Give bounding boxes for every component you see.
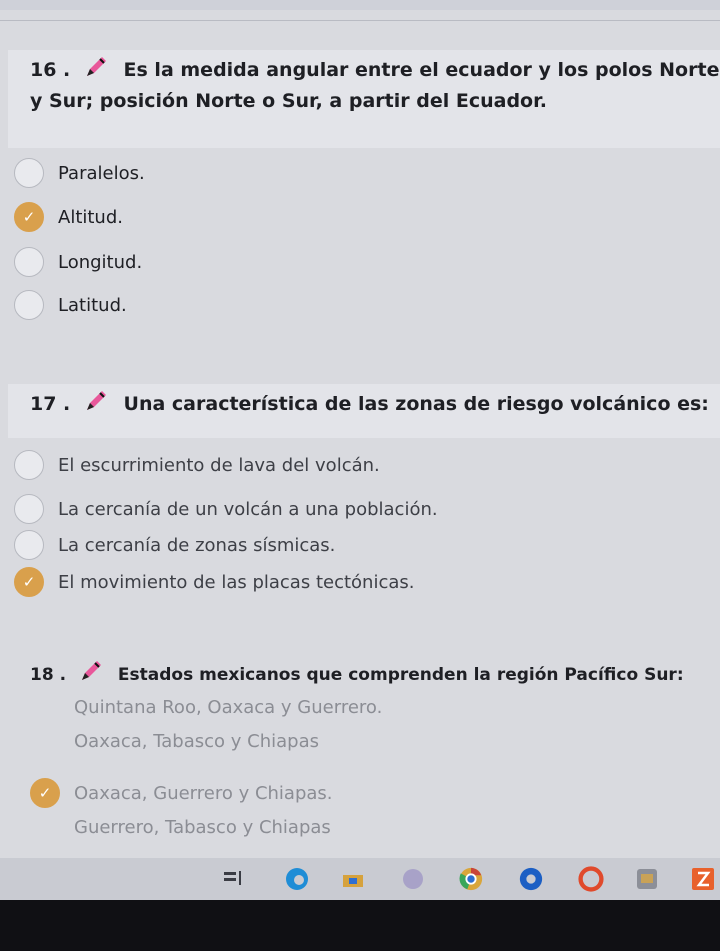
question-number: 16 . bbox=[30, 59, 71, 81]
question-16-header: 16 . Es la medida angular entre el ecuad… bbox=[8, 50, 720, 148]
option-paralelos[interactable]: Paralelos. bbox=[14, 158, 145, 188]
option-label: El movimiento de las placas tectónicas. bbox=[58, 571, 415, 593]
radio-button-selected[interactable]: ✓ bbox=[14, 567, 44, 597]
app-orange-icon[interactable] bbox=[690, 866, 716, 892]
pencil-icon bbox=[78, 658, 104, 692]
radio-button-selected[interactable]: ✓ bbox=[30, 778, 60, 808]
divider bbox=[0, 20, 720, 21]
question-17-header: 17 . Una característica de las zonas de … bbox=[8, 384, 720, 438]
check-icon: ✓ bbox=[38, 784, 52, 802]
option-label: Oaxaca, Guerrero y Chiapas. bbox=[74, 782, 333, 804]
radio-button[interactable] bbox=[30, 726, 60, 756]
option-label: Oaxaca, Tabasco y Chiapas bbox=[74, 730, 319, 752]
option-cercania-sismicas[interactable]: La cercanía de zonas sísmicas. bbox=[14, 530, 335, 560]
option-oaxaca-tabasco[interactable]: Oaxaca, Tabasco y Chiapas bbox=[30, 726, 319, 756]
pencil-icon bbox=[83, 54, 109, 88]
option-quintana[interactable]: Quintana Roo, Oaxaca y Guerrero. bbox=[30, 692, 382, 722]
option-placas[interactable]: ✓ El movimiento de las placas tectónicas… bbox=[14, 567, 414, 597]
radio-button[interactable] bbox=[14, 530, 44, 560]
option-oaxaca-guerrero[interactable]: ✓ Oaxaca, Guerrero y Chiapas. bbox=[30, 778, 333, 808]
option-label: Paralelos. bbox=[58, 162, 145, 184]
option-altitud[interactable]: ✓ Altitud. bbox=[14, 202, 123, 232]
edge-icon[interactable] bbox=[284, 866, 310, 892]
question-text: Es la medida angular entre el ecuador y … bbox=[30, 59, 720, 112]
option-label: Latitud. bbox=[58, 294, 127, 316]
option-label: La cercanía de un volcán a una población… bbox=[58, 498, 438, 520]
store-icon[interactable] bbox=[340, 866, 366, 892]
option-longitud[interactable]: Longitud. bbox=[14, 247, 142, 277]
check-icon: ✓ bbox=[22, 208, 36, 226]
option-label: El escurrimiento de lava del volcán. bbox=[58, 454, 380, 476]
radio-button[interactable] bbox=[14, 247, 44, 277]
question-number: 17 . bbox=[30, 393, 71, 415]
radio-button[interactable] bbox=[14, 450, 44, 480]
radio-button[interactable] bbox=[14, 290, 44, 320]
radio-button[interactable] bbox=[14, 494, 44, 524]
question-number: 18 . bbox=[30, 665, 67, 685]
radio-button[interactable] bbox=[30, 692, 60, 722]
chrome-icon[interactable] bbox=[458, 866, 484, 892]
task-view-icon[interactable] bbox=[220, 866, 246, 892]
question-text: Estados mexicanos que comprenden la regi… bbox=[117, 665, 684, 685]
check-icon: ✓ bbox=[22, 573, 36, 591]
option-guerrero-tabasco[interactable]: Guerrero, Tabasco y Chiapas bbox=[30, 812, 331, 842]
screen-bezel bbox=[0, 900, 720, 951]
pencil-icon bbox=[83, 388, 109, 422]
taskbar bbox=[0, 858, 720, 900]
browser-top-strip bbox=[0, 0, 720, 10]
option-label: La cercanía de zonas sísmicas. bbox=[58, 534, 336, 556]
radio-button[interactable] bbox=[14, 158, 44, 188]
app-blue-icon[interactable] bbox=[518, 866, 544, 892]
option-label: Quintana Roo, Oaxaca y Guerrero. bbox=[74, 696, 383, 718]
radio-button[interactable] bbox=[30, 812, 60, 842]
radio-button-selected[interactable]: ✓ bbox=[14, 202, 44, 232]
option-cercania-volcan[interactable]: La cercanía de un volcán a una población… bbox=[14, 494, 438, 524]
option-label: Longitud. bbox=[58, 251, 143, 273]
option-label: Altitud. bbox=[58, 206, 123, 228]
option-latitud[interactable]: Latitud. bbox=[14, 290, 127, 320]
option-label: Guerrero, Tabasco y Chiapas bbox=[74, 816, 331, 838]
question-text: Una característica de las zonas de riesg… bbox=[123, 393, 709, 415]
option-escurrimiento[interactable]: El escurrimiento de lava del volcán. bbox=[14, 450, 380, 480]
app-gray-icon[interactable] bbox=[634, 866, 660, 892]
app-red-icon[interactable] bbox=[578, 866, 604, 892]
app-icon[interactable] bbox=[400, 866, 426, 892]
